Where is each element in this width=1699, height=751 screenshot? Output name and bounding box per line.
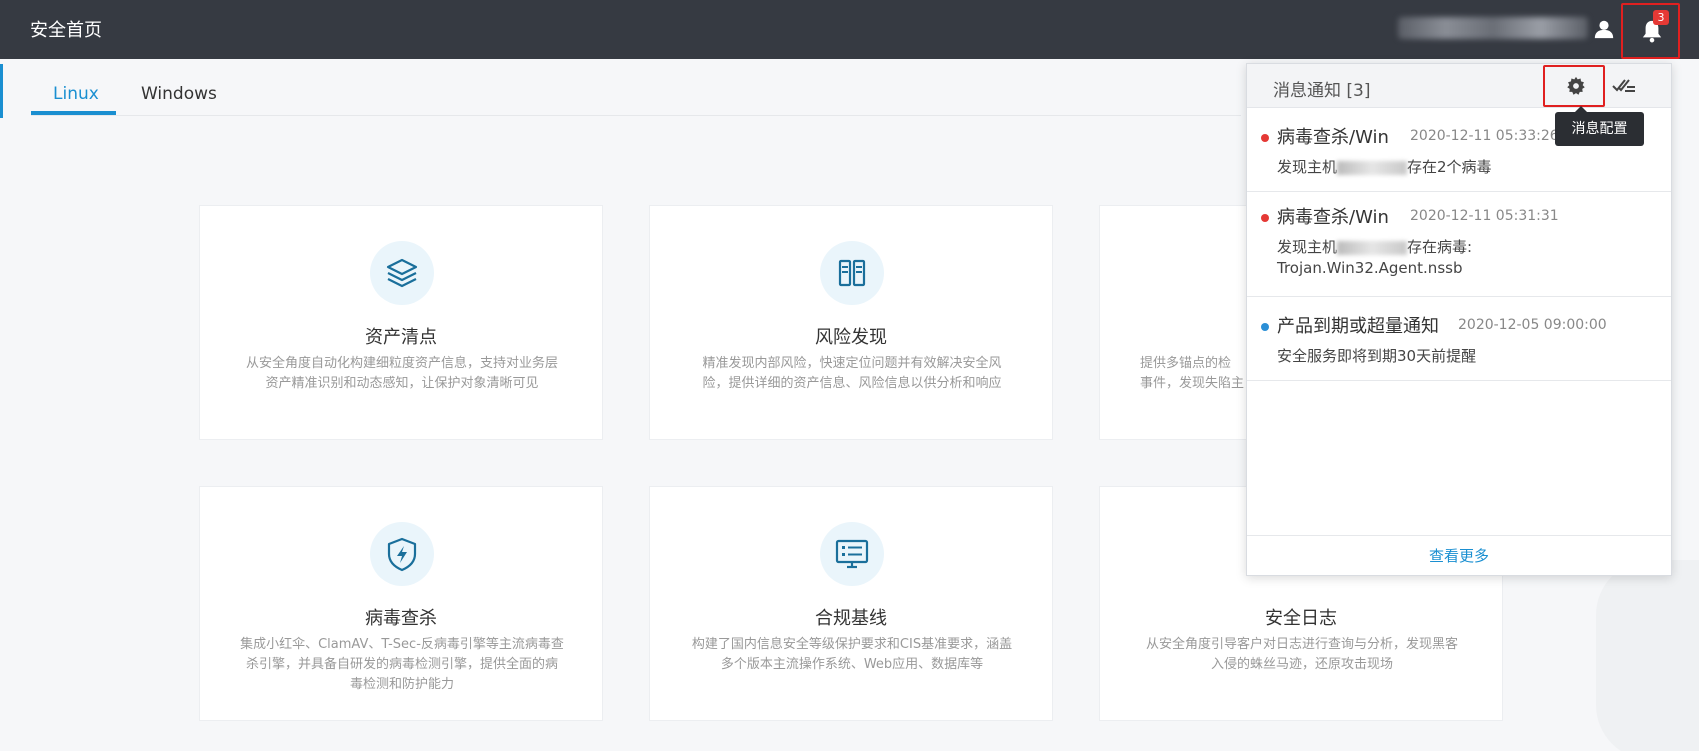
card-description: 构建了国内信息安全等级保护要求和CIS基准要求，涵盖多个版本主流操作系统、Web…: [691, 637, 1013, 672]
notification-time: 2020-12-11 05:33:26: [1410, 128, 1559, 144]
message-settings-tooltip: 消息配置: [1555, 106, 1644, 146]
view-more-link[interactable]: 查看更多: [1247, 545, 1671, 566]
shield-bolt-icon: [370, 522, 434, 586]
os-tabs: Linux Windows: [31, 64, 1241, 116]
notification-title: 病毒查杀/Win: [1277, 207, 1389, 228]
message-settings-button[interactable]: [1543, 65, 1605, 107]
unread-dot: [1261, 134, 1269, 142]
notification-body-prefix: 发现主机: [1277, 238, 1338, 256]
card-title: 安全日志: [1265, 608, 1337, 629]
card-title: 资产清点: [365, 327, 437, 348]
decorative-watermark: [1596, 560, 1699, 751]
notification-body: 安全服务即将到期30天前提醒: [1277, 347, 1477, 365]
blurred-ip: [1337, 160, 1408, 175]
active-tab-underline: [31, 111, 116, 115]
gear-icon: [1567, 76, 1585, 95]
notification-body-line2: Trojan.Win32.Agent.nssb: [1277, 259, 1463, 277]
notification-bell-button[interactable]: 3: [1621, 3, 1680, 59]
tab-linux[interactable]: Linux: [53, 84, 99, 104]
notification-body: 发现主机 存在2个病毒: [1277, 157, 1637, 178]
layers-icon: [370, 241, 434, 305]
card-virus-scan[interactable]: 病毒查杀 集成小红伞、ClamAV、T-Sec-反病毒引擎等主流病毒查杀引擎，并…: [199, 486, 603, 721]
notification-time: 2020-12-05 09:00:00: [1458, 317, 1607, 333]
card-asset-inventory[interactable]: 资产清点 从安全角度自动化构建细粒度资产信息，支持对业务层资产精准识别和动态感知…: [199, 205, 603, 440]
card-description: 从安全角度自动化构建细粒度资产信息，支持对业务层资产精准识别和动态感知，让保护对…: [245, 356, 558, 391]
notification-item[interactable]: 产品到期或超量通知 2020-12-05 09:00:00 安全服务即将到期30…: [1247, 297, 1671, 381]
mark-all-read-icon[interactable]: [1611, 74, 1637, 96]
card-description-line2: 事件，发现失陷主: [1140, 376, 1245, 391]
panel-footer-divider: [1247, 535, 1671, 536]
card-title: 风险发现: [815, 327, 887, 348]
left-accent-bar: [0, 64, 3, 118]
card-description: 精准发现内部风险，快速定位问题并有效解决安全风险，提供详细的资产信息、风险信息以…: [702, 356, 1002, 391]
notification-panel-title: 消息通知 [3]: [1273, 81, 1371, 101]
unread-dot: [1261, 323, 1269, 331]
notification-panel-header: 消息通知 [3]: [1247, 64, 1671, 108]
notification-title: 产品到期或超量通知: [1277, 316, 1439, 337]
blurred-ip: [1337, 240, 1408, 255]
notification-count-badge: 3: [1653, 10, 1669, 25]
server-icon: [820, 241, 884, 305]
card-title: 合规基线: [815, 608, 887, 629]
user-icon[interactable]: [1593, 18, 1615, 40]
notification-time: 2020-12-11 05:31:31: [1410, 208, 1559, 224]
notification-body-prefix: 发现主机: [1277, 158, 1338, 176]
tab-windows[interactable]: Windows: [141, 84, 217, 104]
card-description: 从安全角度引导客户对日志进行查询与分析，发现黑客入侵的蛛丝马迹，还原攻击现场: [1145, 637, 1458, 672]
card-description: 集成小红伞、ClamAV、T-Sec-反病毒引擎等主流病毒查杀引擎，并具备自研发…: [240, 637, 564, 692]
unread-dot: [1261, 214, 1269, 222]
page-title: 安全首页: [30, 20, 102, 41]
card-title: 病毒查杀: [365, 608, 437, 629]
card-description-line1: 提供多锚点的检: [1140, 356, 1232, 371]
card-risk-discovery[interactable]: 风险发现 精准发现内部风险，快速定位问题并有效解决安全风险，提供详细的资产信息、…: [649, 205, 1053, 440]
username-blurred[interactable]: [1398, 17, 1588, 39]
notification-body-suffix: 存在病毒:: [1407, 238, 1473, 256]
notification-body: 发现主机 存在病毒: Trojan.Win32.Agent.nssb: [1277, 237, 1637, 279]
notification-body-suffix: 存在2个病毒: [1407, 158, 1492, 176]
notification-item[interactable]: 病毒查杀/Win 2020-12-11 05:31:31 发现主机 存在病毒: T…: [1247, 192, 1671, 297]
top-bar: 安全首页 3: [0, 0, 1699, 59]
monitor-checklist-icon: [820, 522, 884, 586]
card-compliance-baseline[interactable]: 合规基线 构建了国内信息安全等级保护要求和CIS基准要求，涵盖多个版本主流操作系…: [649, 486, 1053, 721]
notification-title: 病毒查杀/Win: [1277, 127, 1389, 148]
